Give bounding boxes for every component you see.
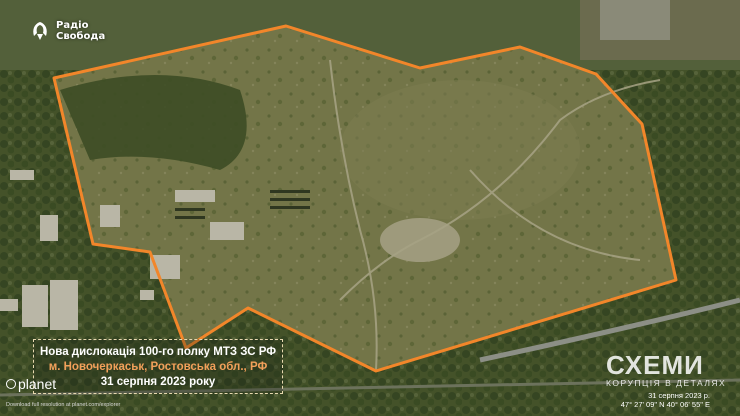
- caption-box: Нова дислокація 100-го полку МТЗ ЗС РФ м…: [33, 339, 283, 394]
- logo-line-2: Свобода: [56, 31, 106, 42]
- planet-icon: [6, 379, 16, 389]
- planet-logo: planet: [6, 376, 56, 392]
- caption-date: 31 серпня 2023 року: [100, 376, 216, 388]
- radio-svoboda-logo: Радіо Свобода: [30, 20, 105, 42]
- caption-title: Нова дислокація 100-го полку МТЗ ЗС РФ: [39, 346, 277, 358]
- planet-credit: Download full resolution at planet.com/e…: [6, 402, 121, 408]
- image-meta: 31 серпня 2023 р. 47° 27' 09" N 40° 06' …: [621, 391, 710, 409]
- logo-line-1: Радіо: [56, 20, 89, 31]
- schemy-subtitle: КОРУПЦІЯ В ДЕТАЛЯХ: [606, 378, 727, 388]
- planet-label: planet: [18, 376, 57, 392]
- satellite-image: Радіо Свобода Нова дислокація 100-го пол…: [0, 0, 740, 416]
- caption-location: м. Новочеркаськ, Ростовська обл., РФ: [48, 361, 268, 373]
- image-coords: 47° 27' 09" N 40° 06' 55" E: [620, 400, 710, 409]
- schemy-title: СХЕМИ: [606, 350, 704, 380]
- radio-svoboda-icon: [33, 22, 47, 40]
- schemy-logo: СХЕМИ КОРУПЦІЯ В ДЕТАЛЯХ: [606, 352, 726, 388]
- image-date: 31 серпня 2023 р.: [648, 391, 710, 400]
